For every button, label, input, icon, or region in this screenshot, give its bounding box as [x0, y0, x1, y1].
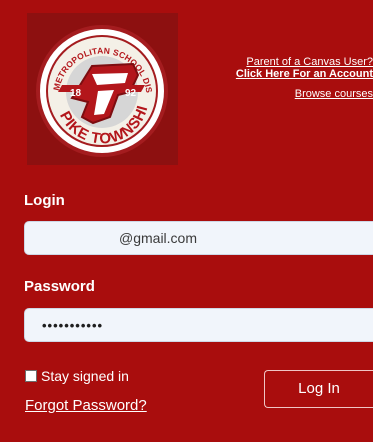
browse-courses-link[interactable]: Browse courses: [230, 88, 373, 100]
password-mask: •••••••••••: [42, 318, 104, 333]
parent-account-link-line-1[interactable]: Parent of a Canvas User?: [230, 56, 373, 68]
parent-account-link-line-2[interactable]: Click Here For an Account: [230, 68, 373, 80]
stay-signed-in-row: Stay signed in: [25, 368, 129, 384]
stay-signed-in-checkbox[interactable]: [25, 370, 37, 382]
log-in-button-label: Log In: [298, 380, 340, 397]
login-input[interactable]: @gmail.com: [24, 221, 373, 255]
school-logo: METROPOLITAN SCHOOL DISTRICT OF PIKE TOW…: [27, 13, 178, 165]
seal-year-left: 18: [70, 88, 82, 99]
seal-year-right: 92: [125, 88, 137, 99]
forgot-password-link[interactable]: Forgot Password?: [25, 397, 147, 415]
log-in-button[interactable]: Log In: [264, 370, 373, 408]
school-seal-icon: METROPOLITAN SCHOOL DISTRICT OF PIKE TOW…: [27, 13, 168, 157]
login-label: Login: [24, 192, 65, 209]
header-links: Parent of a Canvas User? Click Here For …: [230, 56, 373, 100]
password-label: Password: [24, 278, 95, 295]
password-input[interactable]: •••••••••••: [24, 308, 373, 342]
stay-signed-in-label[interactable]: Stay signed in: [41, 368, 129, 384]
